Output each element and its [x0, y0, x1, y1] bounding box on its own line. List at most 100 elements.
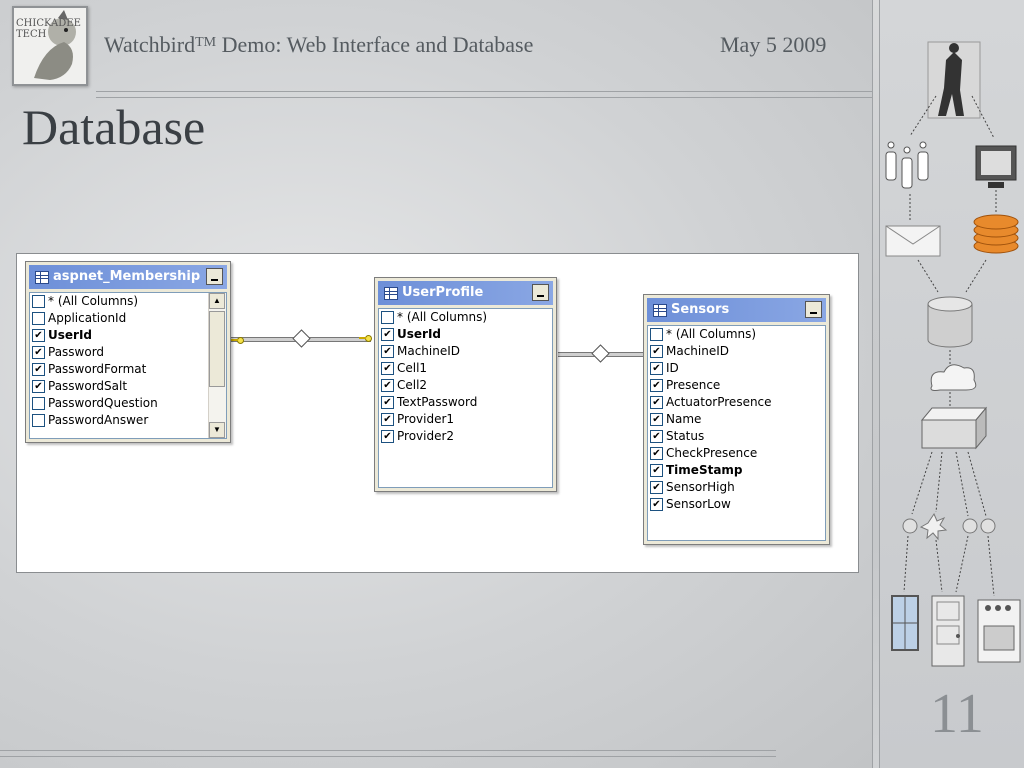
table-title-bar[interactable]: aspnet_Membership: [29, 265, 227, 289]
column-checkbox[interactable]: ✔: [32, 363, 45, 376]
column-name: ID: [666, 361, 679, 375]
column-row[interactable]: ✔ MachineID: [379, 343, 552, 360]
minimize-button[interactable]: [805, 301, 822, 318]
column-row[interactable]: ✔ MachineID: [648, 343, 825, 360]
column-name: SensorLow: [666, 497, 731, 511]
column-checkbox[interactable]: ✔: [381, 396, 394, 409]
column-row[interactable]: ✔ ID: [648, 360, 825, 377]
column-checkbox[interactable]: ✔: [650, 481, 663, 494]
column-name: Status: [666, 429, 705, 443]
divider-horizontal: [0, 756, 776, 757]
column-row[interactable]: ✔ Provider1: [379, 411, 552, 428]
column-name: PasswordAnswer: [48, 413, 149, 427]
column-row[interactable]: PasswordQuestion: [30, 395, 226, 412]
column-checkbox[interactable]: ✔: [650, 464, 663, 477]
column-row[interactable]: ✔ UserId: [30, 327, 226, 344]
column-name: Cell1: [397, 361, 428, 375]
relationship-diamond-icon: [292, 329, 311, 348]
column-checkbox[interactable]: ✔: [650, 498, 663, 511]
column-checkbox[interactable]: ✔: [650, 379, 663, 392]
column-row[interactable]: ✔ Status: [648, 428, 825, 445]
column-name: Presence: [666, 378, 721, 392]
column-checkbox[interactable]: ✔: [381, 328, 394, 341]
divider-horizontal: [96, 97, 872, 98]
column-list: * (All Columns) ✔ UserId ✔ MachineID ✔ Cell…: [378, 308, 553, 488]
column-checkbox[interactable]: ✔: [32, 380, 45, 393]
column-checkbox[interactable]: [32, 312, 45, 325]
column-checkbox[interactable]: ✔: [381, 362, 394, 375]
key-icon: [359, 335, 372, 342]
trademark-mark: TM: [195, 35, 217, 50]
column-row[interactable]: * (All Columns): [648, 326, 825, 343]
column-checkbox[interactable]: ✔: [381, 379, 394, 392]
table-icon: [35, 271, 49, 284]
cloud-icon: [930, 364, 977, 391]
vertical-scrollbar[interactable]: ▲ ▼: [208, 293, 226, 438]
column-row[interactable]: ✔ Name: [648, 411, 825, 428]
column-row[interactable]: ✔ Cell2: [379, 377, 552, 394]
column-row[interactable]: ✔ Presence: [648, 377, 825, 394]
column-checkbox[interactable]: ✔: [32, 346, 45, 359]
minimize-button[interactable]: [532, 284, 549, 301]
column-name: PasswordQuestion: [48, 396, 158, 410]
column-checkbox[interactable]: ✔: [650, 345, 663, 358]
column-checkbox[interactable]: [32, 397, 45, 410]
table-userprofile[interactable]: UserProfile * (All Columns) ✔ UserId ✔ Mac…: [374, 277, 557, 492]
system-diagram-icon: [885, 41, 1021, 667]
divider-horizontal: [96, 91, 872, 92]
column-row[interactable]: ✔ TimeStamp: [648, 462, 825, 479]
column-row[interactable]: ✔ Password: [30, 344, 226, 361]
column-name: ActuatorPresence: [666, 395, 772, 409]
column-checkbox[interactable]: [32, 414, 45, 427]
column-checkbox[interactable]: ✔: [650, 396, 663, 409]
column-row[interactable]: ✔ Provider2: [379, 428, 552, 445]
column-checkbox[interactable]: ✔: [650, 430, 663, 443]
column-row[interactable]: ✔ PasswordSalt: [30, 378, 226, 395]
column-checkbox[interactable]: ✔: [32, 329, 45, 342]
column-row[interactable]: PasswordAnswer: [30, 412, 226, 429]
scroll-up-button[interactable]: ▲: [209, 293, 225, 309]
slide-number: 11: [930, 683, 984, 745]
scroll-thumb[interactable]: [209, 311, 225, 387]
column-checkbox[interactable]: ✔: [381, 345, 394, 358]
table-sensors[interactable]: Sensors * (All Columns) ✔ MachineID ✔ ID ✔…: [643, 294, 830, 545]
table-title-bar[interactable]: UserProfile: [378, 281, 553, 305]
column-row[interactable]: ✔ SensorLow: [648, 496, 825, 513]
minimize-button[interactable]: [206, 268, 223, 285]
column-checkbox[interactable]: [381, 311, 394, 324]
stove-icon: [977, 599, 1021, 663]
column-checkbox[interactable]: [650, 328, 663, 341]
column-row[interactable]: ✔ PasswordFormat: [30, 361, 226, 378]
column-row[interactable]: ✔ ActuatorPresence: [648, 394, 825, 411]
column-row[interactable]: ✔ UserId: [379, 326, 552, 343]
column-row[interactable]: ✔ Cell1: [379, 360, 552, 377]
table-title-bar[interactable]: Sensors: [647, 298, 826, 322]
person-photo-icon: [927, 41, 981, 119]
column-row[interactable]: ✔ CheckPresence: [648, 445, 825, 462]
column-row[interactable]: ✔ SensorHigh: [648, 479, 825, 496]
column-checkbox[interactable]: ✔: [650, 362, 663, 375]
table-icon: [384, 287, 398, 300]
envelope-icon: [885, 225, 941, 257]
column-checkbox[interactable]: [32, 295, 45, 308]
column-row[interactable]: * (All Columns): [379, 309, 552, 326]
column-name: MachineID: [397, 344, 461, 358]
server-box-icon: [920, 406, 988, 450]
column-checkbox[interactable]: ✔: [650, 447, 663, 460]
title-rest: Demo: Web Interface and Database: [216, 32, 534, 57]
table-aspnet-membership[interactable]: aspnet_Membership * (All Columns) Applic…: [25, 261, 231, 443]
column-checkbox[interactable]: ✔: [381, 413, 394, 426]
column-checkbox[interactable]: ✔: [650, 413, 663, 426]
column-name: * (All Columns): [666, 327, 757, 341]
column-name: MachineID: [666, 344, 730, 358]
database-cylinder-icon: [927, 296, 973, 348]
column-row[interactable]: ✔ TextPassword: [379, 394, 552, 411]
column-name: TimeStamp: [666, 463, 743, 477]
title-name: Watchbird: [104, 32, 196, 57]
column-name: Cell2: [397, 378, 428, 392]
column-checkbox[interactable]: ✔: [381, 430, 394, 443]
table-name: Sensors: [671, 302, 730, 317]
scroll-down-button[interactable]: ▼: [209, 422, 225, 438]
column-row[interactable]: * (All Columns): [30, 293, 226, 310]
column-row[interactable]: ApplicationId: [30, 310, 226, 327]
